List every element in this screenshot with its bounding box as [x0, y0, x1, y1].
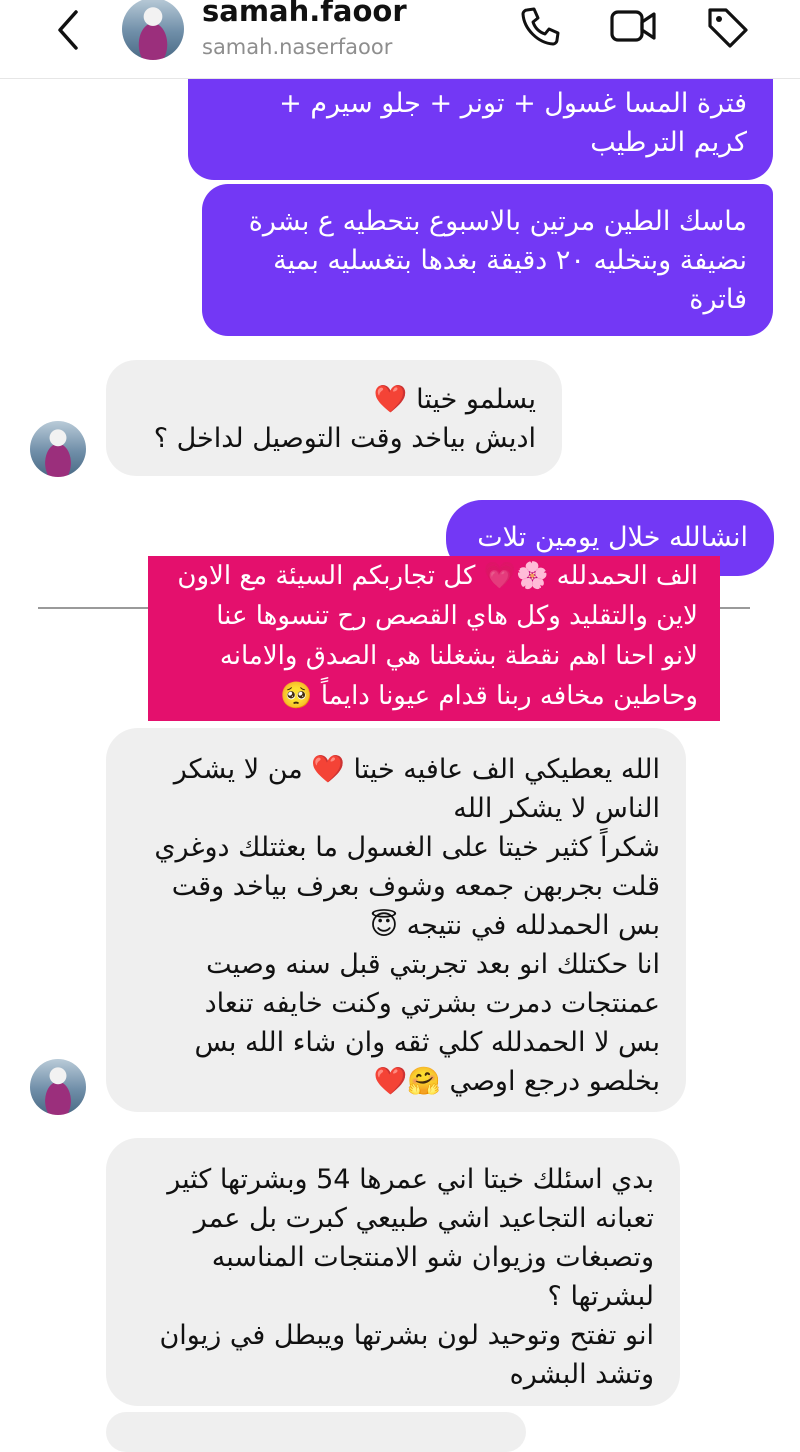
received-message-bubble[interactable]: الله يعطيكي الف عافيه خيتا ❤️ من لا يشكر… — [106, 728, 686, 1112]
sender-avatar[interactable] — [30, 421, 86, 477]
profile-avatar[interactable] — [122, 0, 184, 60]
story-text-overlay: الف الحمدلله 🌸💗 كل تجاربكم السيئة مع الا… — [148, 556, 720, 721]
message-line: نضيفة وبتخليه ٢٠ دقيقة بغدها بتغسليه بمي… — [273, 245, 747, 276]
message-line: انا حكتلك انو بعد تجربتي قبل سنه وصيت — [206, 949, 660, 980]
back-button[interactable] — [48, 6, 92, 50]
profile-username: samah.naserfaoor — [202, 35, 393, 59]
tag-button[interactable] — [704, 4, 748, 48]
message-line: لبشرتها ؟ — [547, 1281, 654, 1312]
sender-avatar[interactable] — [30, 1059, 86, 1115]
video-camera-icon — [610, 10, 656, 42]
message-line: شكراً كثير خيتا على الغسول ما بعثتلك دوغ… — [154, 832, 660, 863]
video-call-button[interactable] — [608, 4, 656, 48]
chat-header: samah.faoor samah.naserfaoor — [0, 0, 800, 79]
message-line: انو تفتح وتوحيد لون بشرتها ويبطل في زيوا… — [159, 1320, 654, 1351]
profile-name[interactable]: samah.faoor — [202, 0, 407, 28]
message-line: فاترة — [689, 284, 747, 315]
message-line: بس الحمدلله في نتيجه 😇 — [369, 910, 660, 941]
message-line: وتصبغات وزيوان شو الامنتجات المناسبه — [211, 1242, 654, 1273]
sent-message-bubble[interactable]: ماسك الطين مرتين بالاسبوع بتحطيه ع بشرة … — [202, 184, 773, 336]
message-line: وتشد البشره — [509, 1359, 654, 1390]
message-line: الناس لا يشكر الله — [453, 793, 660, 824]
message-line: كريم الترطيب — [590, 127, 747, 158]
message-line: بدي اسئلك خيتا اني عمرها 54 وبشرتها كثير — [167, 1164, 654, 1195]
message-line: بس لا الحمدلله كلي ثقه وان شاء الله بس — [194, 1027, 660, 1058]
message-line: انشالله خلال يومين تلات — [477, 522, 748, 553]
message-line: الله يعطيكي الف عافيه خيتا ❤️ من لا يشكر — [173, 754, 660, 785]
next-message-bubble-edge — [106, 1412, 526, 1452]
phone-icon — [521, 7, 560, 46]
message-line: اديش بياخد وقت التوصيل لداخل ؟ — [153, 423, 536, 454]
chevron-left-icon — [58, 10, 78, 50]
received-message-bubble[interactable]: يسلمو خيتا ❤️ اديش بياخد وقت التوصيل لدا… — [106, 360, 562, 476]
overlay-line: لاين والتقليد وكل هاي القصص رح تنسوها عن… — [216, 601, 698, 631]
message-line: فترة المسا غسول + تونر + جلو سيرم + — [279, 88, 747, 119]
tag-icon — [708, 8, 748, 48]
message-line: تعبانه التجاعيد اشي طبيعي كبرت بل عمر — [193, 1203, 654, 1234]
message-line: بخلصو درجع اوصي 🤗❤️ — [373, 1066, 660, 1097]
message-line: قلت بجربهن جمعه وشوف بعرف بياخد وقت — [171, 871, 660, 902]
received-message-bubble[interactable]: بدي اسئلك خيتا اني عمرها 54 وبشرتها كثير… — [106, 1138, 680, 1406]
overlay-line: الف الحمدلله 🌸💗 كل تجاربكم السيئة مع الا… — [177, 561, 698, 591]
message-line: ماسك الطين مرتين بالاسبوع بتحطيه ع بشرة — [248, 206, 747, 237]
sent-message-bubble[interactable]: فترة المسا غسول + تونر + جلو سيرم + كريم… — [188, 78, 773, 180]
overlay-line: وحاطين مخافه ربنا قدام عيونا دايماً 🥺 — [280, 681, 698, 711]
audio-call-button[interactable] — [518, 4, 562, 48]
message-line: يسلمو خيتا ❤️ — [373, 384, 536, 415]
message-line: عمنتجات دمرت بشرتي وكنت خايفه تنعاد — [204, 988, 660, 1019]
overlay-line: لانو احنا اهم نقطة بشغلنا هي الصدق والام… — [219, 641, 698, 671]
